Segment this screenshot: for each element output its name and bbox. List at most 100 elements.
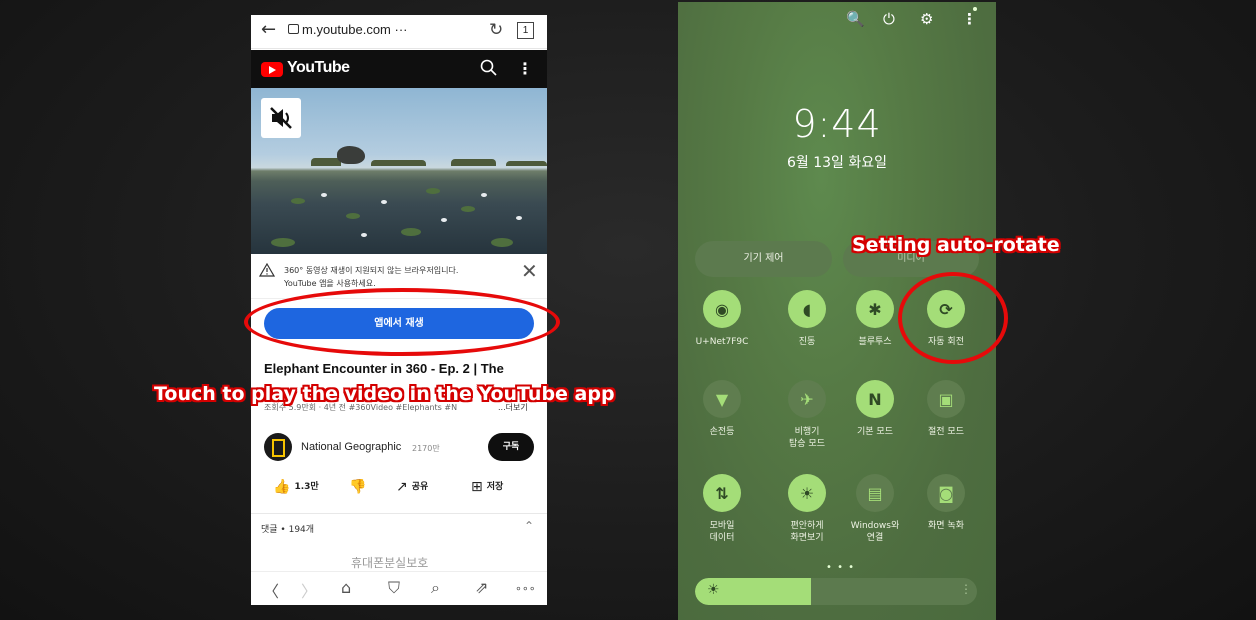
wifi-icon: ◉ xyxy=(703,290,741,328)
notification-dot xyxy=(973,7,977,11)
battery-icon: ▣ xyxy=(927,380,965,418)
save-button[interactable]: ⊞ 저장 xyxy=(471,479,503,495)
highlight-ring-auto-rotate xyxy=(898,272,1008,364)
url-field[interactable]: m.youtube.com ··· xyxy=(302,22,407,37)
highlight-ring-play-button xyxy=(244,288,560,356)
thumbs-down-icon: 👎 xyxy=(349,479,367,495)
browser-address-bar: ← m.youtube.com ··· ↻ 1 xyxy=(251,15,547,49)
save-icon: ⊞ xyxy=(471,479,483,495)
nav-back-icon[interactable]: 〈 xyxy=(263,578,279,602)
tree-line xyxy=(451,159,496,166)
power-icon[interactable]: ⏻ xyxy=(883,10,895,28)
share-icon: ↗ xyxy=(396,479,408,495)
mobile-data-icon: ⇅ xyxy=(703,474,741,512)
link-windows-icon: ▤ xyxy=(856,474,894,512)
home-icon[interactable]: ⌂ xyxy=(341,578,351,597)
vibrate-tile[interactable]: ◖ 진동 xyxy=(772,290,842,348)
browser-more-icon[interactable]: ∘∘∘ xyxy=(515,582,536,595)
save-label: 저장 xyxy=(486,482,504,492)
tile-label: 진동 xyxy=(798,337,816,347)
ad-banner-text[interactable]: 휴대폰분실보호 xyxy=(351,554,428,571)
lily-pad xyxy=(426,188,440,194)
share-label: 공유 xyxy=(411,482,429,492)
expand-chevron-icon[interactable]: ⌃ xyxy=(524,519,534,533)
video-actions-row: 👍 1.3만 👎 ↗ 공유 ⊞ 저장 xyxy=(251,473,547,503)
caption-play-in-app: Touch to play the video in the YouTube a… xyxy=(154,383,615,405)
settings-icon[interactable]: ⚙ xyxy=(920,10,933,28)
nav-search-icon[interactable]: ⌕ xyxy=(431,578,440,598)
tile-label: 모바일 데이터 xyxy=(709,521,735,543)
date[interactable]: 6월 13일 화요일 xyxy=(678,152,996,172)
more-icon[interactable]: ⋮ xyxy=(962,10,977,28)
tile-label: 비행기 탑승 모드 xyxy=(789,427,825,449)
warning-icon xyxy=(259,263,275,277)
tree-line xyxy=(506,161,547,166)
like-count: 1.3만 xyxy=(294,482,319,492)
notice-text-line2: YouTube 앱을 사용하세요. xyxy=(284,279,376,288)
thumbs-up-icon: 👍 xyxy=(273,479,291,495)
divider xyxy=(251,513,547,514)
dislike-button[interactable]: 👎 xyxy=(349,479,370,495)
search-icon[interactable]: 🔍 xyxy=(846,10,865,28)
tile-label: Windows와 연결 xyxy=(850,521,900,543)
close-icon[interactable]: ✕ xyxy=(521,259,538,283)
bluetooth-icon: ✱ xyxy=(856,290,894,328)
lily-flower xyxy=(481,193,487,197)
sun-icon: ☀ xyxy=(707,582,720,598)
bookmark-icon[interactable]: ⛉ xyxy=(388,578,400,598)
brightness-slider[interactable]: ☀ ⋮ xyxy=(695,578,977,605)
share-page-icon[interactable]: ⇗ xyxy=(475,578,488,597)
mobile-data-tile[interactable]: ⇅ 모바일 데이터 xyxy=(687,474,757,544)
device-control-button[interactable]: 기기 제어 xyxy=(695,241,832,277)
notice-text-line1: 360° 동영상 재생이 지원되지 않는 브라우저입니다. xyxy=(284,266,459,275)
elephant-figure xyxy=(337,146,365,164)
standard-mode-tile[interactable]: N 기본 모드 xyxy=(840,380,910,438)
lily-pad xyxy=(401,228,421,236)
screen-record-icon: ◙ xyxy=(927,474,965,512)
back-arrow-icon[interactable]: ← xyxy=(261,19,276,40)
subscribe-button[interactable]: 구독 xyxy=(488,433,534,461)
lily-flower xyxy=(516,216,522,220)
lily-pad xyxy=(291,198,305,204)
brightness-more-icon[interactable]: ⋮ xyxy=(960,582,972,596)
screen-record-tile[interactable]: ◙ 화면 녹화 xyxy=(911,474,981,532)
nav-forward-icon[interactable]: 〉 xyxy=(301,578,317,602)
mute-button[interactable] xyxy=(261,98,301,138)
youtube-logo-icon[interactable] xyxy=(261,62,283,77)
tile-label: 블루투스 xyxy=(858,337,892,347)
tile-label: 손전등 xyxy=(709,427,735,437)
browser-bottom-nav: 〈 〉 ⌂ ⛉ ⌕ ⇗ ∘∘∘ xyxy=(251,571,547,605)
eye-comfort-icon: ☀ xyxy=(788,474,826,512)
share-button[interactable]: ↗ 공유 xyxy=(396,479,428,495)
lily-flower xyxy=(441,218,447,222)
link-windows-tile[interactable]: ▤ Windows와 연결 xyxy=(840,474,910,544)
airplane-icon: ✈ xyxy=(788,380,826,418)
lily-pad xyxy=(461,206,475,212)
page-indicator: • • • xyxy=(826,562,856,573)
airplane-tile[interactable]: ✈ 비행기 탑승 모드 xyxy=(772,380,842,450)
like-button[interactable]: 👍 1.3만 xyxy=(273,479,319,495)
lily-flower xyxy=(321,193,327,197)
search-icon[interactable] xyxy=(479,58,499,78)
reload-icon[interactable]: ↻ xyxy=(489,20,503,40)
more-menu-icon[interactable]: ⋮ xyxy=(517,59,533,78)
video-player[interactable] xyxy=(251,88,547,254)
tab-count-button[interactable]: 1 xyxy=(517,22,534,39)
clock[interactable]: 9:44 xyxy=(678,102,996,146)
tile-label: 화면 녹화 xyxy=(928,521,964,531)
subscriber-count: 2170만 xyxy=(412,444,440,453)
wifi-tile[interactable]: ◉ U+Net7F9C xyxy=(687,290,757,348)
channel-name[interactable]: National Geographic xyxy=(301,441,401,453)
video-title[interactable]: Elephant Encounter in 360 - Ep. 2 | The xyxy=(264,361,504,376)
flashlight-tile[interactable]: ▼ 손전등 xyxy=(687,380,757,438)
channel-avatar[interactable] xyxy=(264,433,292,461)
eye-comfort-tile[interactable]: ☀ 편안하게 화면보기 xyxy=(772,474,842,544)
nfc-icon: N xyxy=(856,380,894,418)
power-saving-tile[interactable]: ▣ 절전 모드 xyxy=(911,380,981,438)
lily-flower xyxy=(361,233,367,237)
tree-line xyxy=(371,160,426,166)
comments-header[interactable]: 댓글 • 194개 xyxy=(261,522,314,535)
youtube-logo-text[interactable]: YouTube xyxy=(287,59,350,77)
muted-speaker-icon xyxy=(270,107,292,129)
tile-label: U+Net7F9C xyxy=(695,337,749,347)
